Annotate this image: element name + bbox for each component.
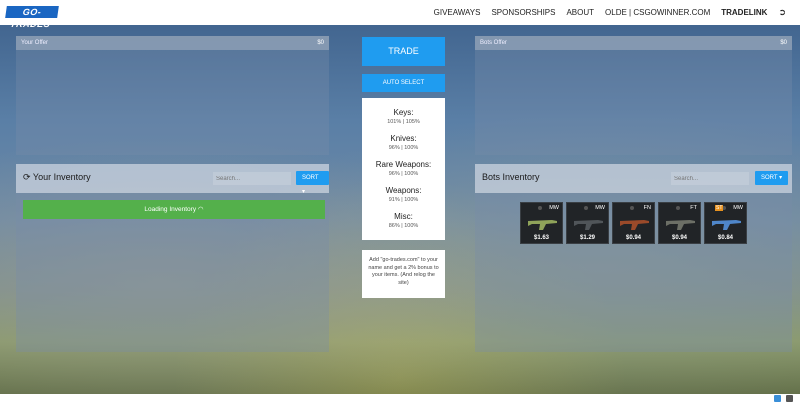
- your-offer-panel: Your Offer $0: [16, 36, 329, 155]
- weapon-image: [712, 220, 741, 230]
- your-offer-value: $0: [317, 40, 324, 46]
- bots-inventory-search-input[interactable]: [671, 172, 749, 185]
- your-inventory-title: Your Inventory: [32, 172, 91, 182]
- item-price: $0.84: [717, 235, 733, 241]
- bots-offer-panel: Bots Offer $0: [475, 36, 792, 155]
- top-navbar: GO-TRADES GIVEAWAYS SPONSORSHIPS ABOUT O…: [0, 0, 800, 29]
- bots-inventory-title: Bots Inventory: [482, 172, 540, 182]
- item-rarity-dot: [676, 206, 680, 210]
- nav-sponsorships[interactable]: SPONSORSHIPS: [491, 8, 555, 17]
- bots-inventory-header: Bots Inventory SORT ▾: [475, 164, 792, 193]
- nav-tradelink[interactable]: TRADELINK: [721, 8, 767, 17]
- logout-icon[interactable]: ➲: [778, 7, 786, 18]
- trade-button[interactable]: TRADE: [362, 37, 445, 66]
- refresh-icon[interactable]: ⟳: [23, 172, 31, 182]
- weapon-shape: [574, 220, 603, 230]
- bot-item-card[interactable]: MW $1.63: [520, 202, 563, 244]
- trade-rates-box: Keys: 101% | 105% Knives: 96% | 100% Rar…: [362, 98, 445, 240]
- rate-label-knives: Knives:: [390, 134, 417, 143]
- rate-label-keys: Keys:: [393, 108, 414, 117]
- item-price: $1.63: [533, 235, 549, 241]
- your-offer-title: Your Offer: [21, 40, 49, 46]
- item-wear-label: FT: [690, 205, 697, 211]
- bot-item-card[interactable]: ST MW $0.84: [704, 202, 747, 244]
- item-price: $1.29: [579, 235, 595, 241]
- your-inventory-title-wrap: ⟳ Your Inventory: [23, 172, 91, 183]
- nav-giveaways[interactable]: GIVEAWAYS: [434, 8, 481, 17]
- rate-value-misc: 86% | 100%: [388, 223, 419, 229]
- item-rarity-dot: [538, 206, 542, 210]
- loading-inventory-bar: Loading Inventory ◠: [23, 200, 325, 219]
- weapon-shape: [712, 220, 741, 230]
- steam-icon[interactable]: [786, 395, 793, 402]
- item-wear-label: MW: [595, 205, 605, 211]
- your-inventory-sort-button[interactable]: SORT ▾: [296, 171, 329, 195]
- stattrak-badge: ST: [715, 205, 724, 211]
- loading-text: Loading Inventory: [144, 206, 197, 213]
- site-logo[interactable]: GO-TRADES: [5, 6, 59, 29]
- rate-label-rare-weapons: Rare Weapons:: [375, 160, 432, 169]
- bots-inventory-sort-button[interactable]: SORT ▾: [755, 171, 789, 185]
- your-inventory-panel: ⟳ Your Inventory SORT ▾ Loading Inventor…: [16, 164, 329, 352]
- nav-links: GIVEAWAYS SPONSORSHIPS ABOUT OLDE | CSGO…: [423, 0, 786, 25]
- weapon-image: [528, 220, 557, 230]
- weapon-shape: [666, 220, 695, 230]
- bots-item-grid: MW $1.63 MW $1.29 FN $0.94 FT $0.94 ST MW $0.84: [520, 202, 750, 244]
- item-price: $0.94: [671, 235, 687, 241]
- bots-offer-value: $0: [780, 40, 787, 46]
- bots-inventory-panel: Bots Inventory SORT ▾ MW $1.63 MW $1.29 FN $0…: [475, 164, 792, 352]
- weapon-image: [666, 220, 695, 230]
- your-inventory-search-input[interactable]: [213, 172, 291, 185]
- item-wear-label: MW: [549, 205, 559, 211]
- twitter-icon[interactable]: [774, 395, 781, 402]
- nav-about[interactable]: ABOUT: [566, 8, 594, 17]
- weapon-shape: [620, 220, 649, 230]
- item-rarity-dot: [630, 206, 634, 210]
- item-wear-label: FN: [643, 205, 651, 211]
- auto-select-button[interactable]: AUTO SELECT: [362, 74, 445, 92]
- rate-value-rare-weapons: 96% | 100%: [388, 171, 419, 177]
- name-bonus-note: Add "go-trades.com" to your name and get…: [362, 250, 445, 298]
- spinner-icon: ◠: [197, 206, 204, 213]
- bot-item-card[interactable]: FT $0.94: [658, 202, 701, 244]
- your-offer-header: Your Offer $0: [16, 36, 329, 50]
- bot-item-card[interactable]: MW $1.29: [566, 202, 609, 244]
- item-price: $0.94: [625, 235, 641, 241]
- rate-label-weapons: Weapons:: [385, 186, 422, 195]
- weapon-image: [620, 220, 649, 230]
- your-inventory-header: ⟳ Your Inventory SORT ▾: [16, 164, 329, 195]
- item-wear-label: MW: [733, 205, 743, 211]
- footer: [0, 394, 800, 402]
- bot-item-card[interactable]: FN $0.94: [612, 202, 655, 244]
- item-rarity-dot: [584, 206, 588, 210]
- rate-value-keys: 101% | 105%: [387, 119, 420, 125]
- rate-value-weapons: 91% | 100%: [388, 197, 419, 203]
- weapon-shape: [528, 220, 557, 230]
- rate-value-knives: 96% | 100%: [388, 145, 419, 151]
- bots-offer-title: Bots Offer: [480, 40, 507, 46]
- nav-olde[interactable]: OLDE | CSGOWINNER.COM: [605, 8, 710, 17]
- bots-offer-header: Bots Offer $0: [475, 36, 792, 50]
- rate-label-misc: Misc:: [394, 212, 413, 221]
- weapon-image: [574, 220, 603, 230]
